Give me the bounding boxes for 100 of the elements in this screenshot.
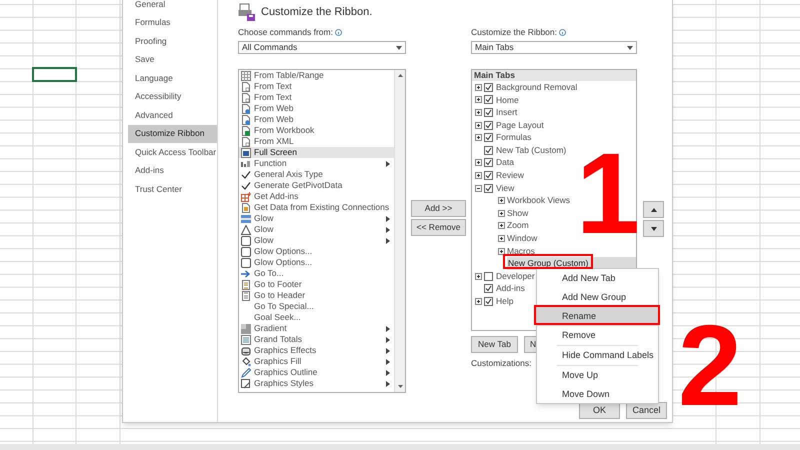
checkbox[interactable]	[484, 170, 493, 180]
sidebar-item[interactable]: Proofing	[128, 32, 217, 50]
sidebar-item[interactable]: General	[128, 0, 217, 14]
command-item[interactable]: From XML	[239, 136, 394, 147]
sidebar-item[interactable]: Add-ins	[128, 162, 217, 180]
command-item[interactable]: Generate GetPivotData	[239, 180, 394, 191]
menu-item[interactable]: Add New Tab	[537, 269, 658, 288]
expand-icon[interactable]	[498, 222, 505, 230]
tree-item[interactable]: Window	[507, 232, 538, 245]
tree-item[interactable]: Page Layout	[496, 118, 544, 132]
checkbox[interactable]	[484, 133, 493, 142]
tree-item[interactable]: Home	[496, 94, 519, 106]
checkbox[interactable]	[484, 158, 493, 168]
tree-item[interactable]: Developer	[496, 270, 535, 283]
command-item[interactable]: Gradient	[239, 323, 394, 334]
command-item[interactable]: Go To...	[239, 268, 394, 279]
expand-icon[interactable]	[475, 172, 482, 179]
tree-item[interactable]: Add-ins	[496, 282, 525, 296]
tree-item[interactable]: Macros	[507, 244, 535, 258]
command-item[interactable]: From Web	[239, 114, 394, 125]
move-down-button[interactable]	[643, 220, 664, 237]
tree-item[interactable]: Zoom	[507, 219, 529, 232]
checkbox[interactable]	[484, 120, 493, 130]
selected-cell[interactable]	[32, 67, 77, 82]
menu-item[interactable]: Hide Command Labels	[537, 346, 658, 365]
command-item[interactable]: Glow	[239, 235, 394, 246]
transfer-button[interactable]: << Remove	[411, 219, 466, 236]
sidebar-item[interactable]: Advanced	[128, 106, 217, 124]
move-up-button[interactable]	[643, 201, 664, 218]
checkbox[interactable]	[484, 108, 493, 117]
dialog-button[interactable]: Cancel	[626, 402, 667, 419]
tree-item[interactable]: Show	[507, 206, 528, 220]
expand-icon[interactable]	[475, 122, 482, 129]
command-item[interactable]: From Table/Range	[239, 70, 394, 81]
expand-icon[interactable]	[498, 248, 505, 255]
sidebar-item[interactable]: Trust Center	[128, 180, 217, 198]
checkbox[interactable]	[484, 95, 493, 104]
command-item[interactable]: From Text	[239, 81, 394, 92]
commands-dropdown[interactable]: All Commands	[238, 41, 406, 54]
tree-item[interactable]: Insert	[496, 106, 518, 119]
menu-item[interactable]: Move Up	[537, 366, 658, 385]
scroll-down-icon[interactable]	[396, 383, 404, 390]
command-item[interactable]: Full Screen	[239, 147, 394, 158]
command-item[interactable]: Glow	[239, 224, 394, 235]
checkbox[interactable]	[484, 82, 493, 92]
tree-button[interactable]: New Tab	[471, 336, 518, 353]
scroll-up-icon[interactable]	[396, 72, 404, 79]
checkbox[interactable]	[484, 284, 493, 294]
menu-item[interactable]: Add New Group	[537, 288, 658, 307]
checkbox[interactable]	[484, 184, 493, 193]
tree-item[interactable]: Data	[496, 156, 514, 170]
expand-icon[interactable]	[475, 84, 482, 91]
command-item[interactable]: Function	[239, 158, 394, 169]
collapse-icon[interactable]	[475, 184, 482, 192]
menu-item[interactable]: Remove	[537, 326, 658, 345]
ribbon-dropdown[interactable]: Main Tabs	[471, 41, 637, 54]
expand-icon[interactable]	[498, 197, 505, 204]
scrollbar[interactable]	[394, 70, 405, 392]
command-item[interactable]: Graphics Outline	[239, 367, 394, 378]
sidebar-item[interactable]: Accessibility	[128, 88, 217, 106]
tree-item[interactable]: Background Removal	[496, 80, 578, 94]
expand-icon[interactable]	[475, 96, 482, 104]
tree-item[interactable]: Review	[496, 169, 524, 182]
command-item[interactable]: Glow Options...	[239, 257, 394, 268]
tree-item[interactable]: Formulas	[496, 131, 532, 144]
expand-icon[interactable]	[475, 159, 482, 166]
sidebar-item[interactable]: Quick Access Toolbar	[128, 143, 217, 162]
command-item[interactable]: Glow Options...	[239, 246, 394, 257]
expand-icon[interactable]	[498, 210, 505, 217]
sidebar-item[interactable]: Customize Ribbon	[128, 124, 217, 143]
command-item[interactable]: Goal Seek...	[239, 312, 394, 323]
command-item[interactable]: Grand Totals	[239, 334, 394, 345]
sidebar-item[interactable]: Save	[128, 50, 217, 69]
menu-item[interactable]: Move Down	[537, 385, 658, 404]
tree-item[interactable]: View	[496, 182, 514, 194]
command-item[interactable]: Go to Header	[239, 290, 394, 301]
command-item[interactable]: General Axis Type	[239, 169, 394, 180]
sidebar-item[interactable]: Formulas	[128, 14, 217, 32]
command-item[interactable]: From Web	[239, 103, 394, 114]
command-item[interactable]: Get Add-ins	[239, 191, 394, 202]
command-item[interactable]: Graphics Fill	[239, 356, 394, 367]
command-item[interactable]: Glow	[239, 213, 394, 224]
expand-icon[interactable]	[475, 272, 482, 280]
tree-item[interactable]: New Tab (Custom)	[496, 144, 566, 157]
command-item[interactable]: Go To Special...	[239, 301, 394, 312]
expand-icon[interactable]	[475, 108, 482, 116]
command-item[interactable]: From Workbook	[239, 125, 394, 136]
command-item[interactable]: Graphics Effects	[239, 345, 394, 356]
checkbox[interactable]	[484, 296, 493, 306]
tree-item[interactable]: Help	[496, 295, 514, 308]
expand-icon[interactable]	[498, 234, 505, 242]
tree-item[interactable]: Workbook Views	[507, 194, 570, 208]
command-item[interactable]: Go to Footer	[239, 279, 394, 290]
command-item[interactable]: Graphics Styles	[239, 378, 394, 389]
command-item[interactable]: From Text	[239, 92, 394, 103]
checkbox[interactable]	[484, 146, 493, 155]
expand-icon[interactable]	[475, 134, 482, 142]
expand-icon[interactable]	[475, 298, 482, 305]
checkbox[interactable]	[484, 272, 493, 281]
transfer-button[interactable]: Add >>	[411, 200, 466, 217]
